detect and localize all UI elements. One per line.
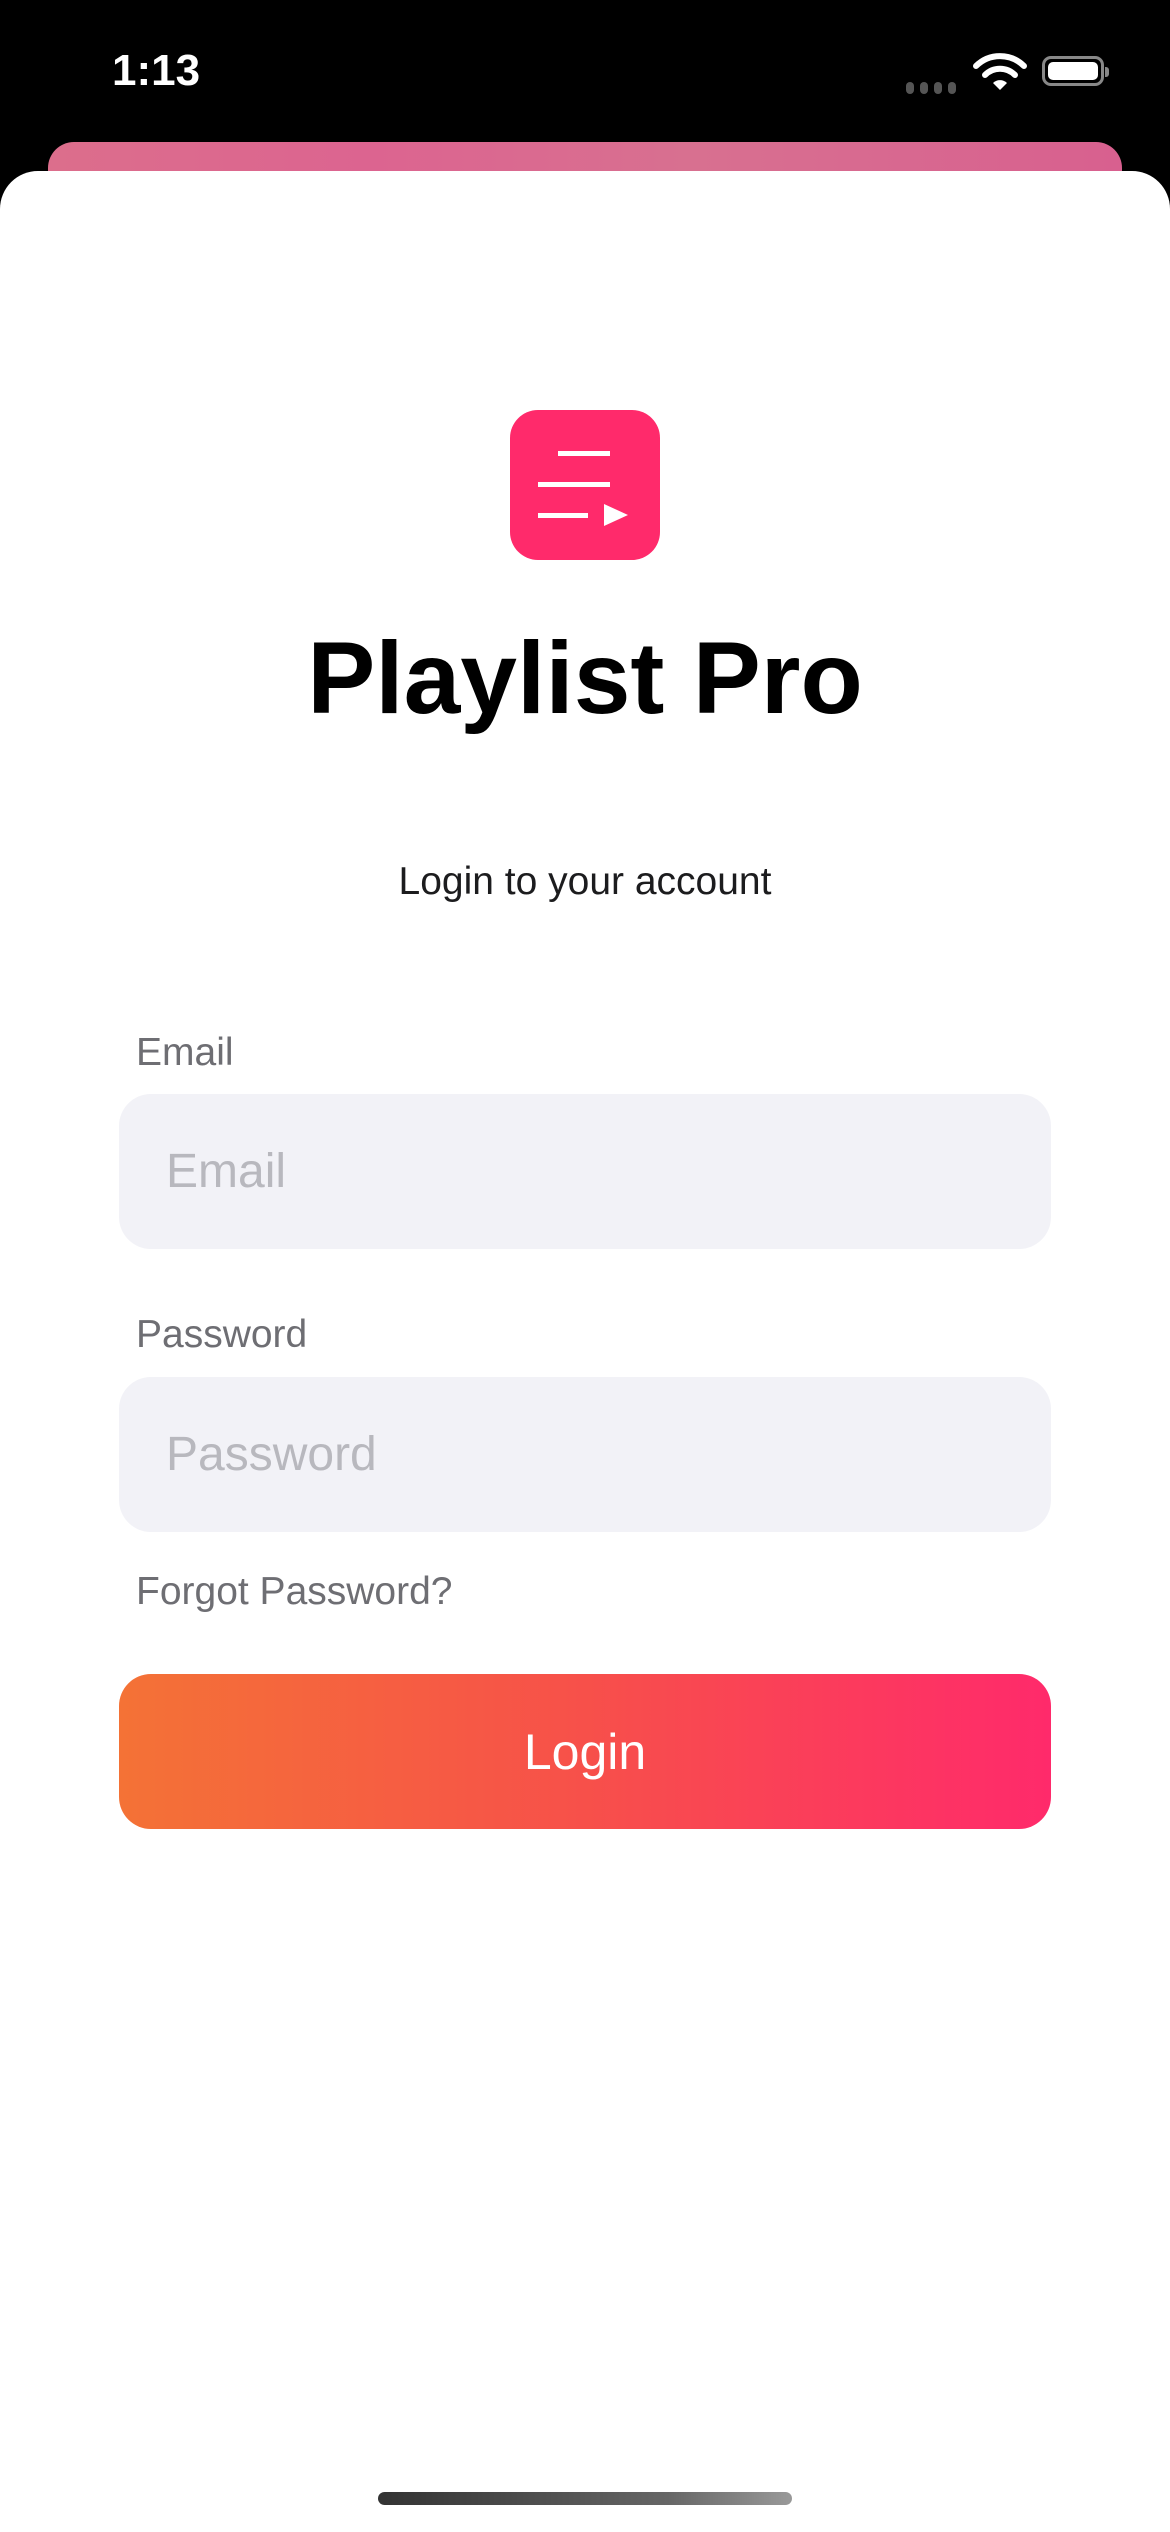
playlist-play-icon — [538, 451, 628, 526]
login-button-label: Login — [523, 1723, 647, 1780]
home-indicator — [378, 2492, 792, 2505]
forgot-password-link[interactable]: Forgot Password? — [136, 1570, 452, 1614]
login-button[interactable]: Login — [119, 1674, 1051, 1829]
email-field[interactable] — [119, 1094, 1051, 1249]
app-logo — [510, 410, 660, 560]
password-field[interactable] — [119, 1377, 1051, 1532]
login-subtitle: Login to your account — [398, 860, 772, 903]
status-time: 1:13 — [112, 46, 201, 95]
wifi-icon — [973, 53, 1027, 90]
signal-dots-icon — [906, 82, 956, 94]
password-label: Password — [136, 1313, 308, 1356]
email-label: Email — [136, 1031, 234, 1074]
battery-icon — [1042, 56, 1109, 86]
app-title: Playlist Pro — [307, 621, 863, 735]
